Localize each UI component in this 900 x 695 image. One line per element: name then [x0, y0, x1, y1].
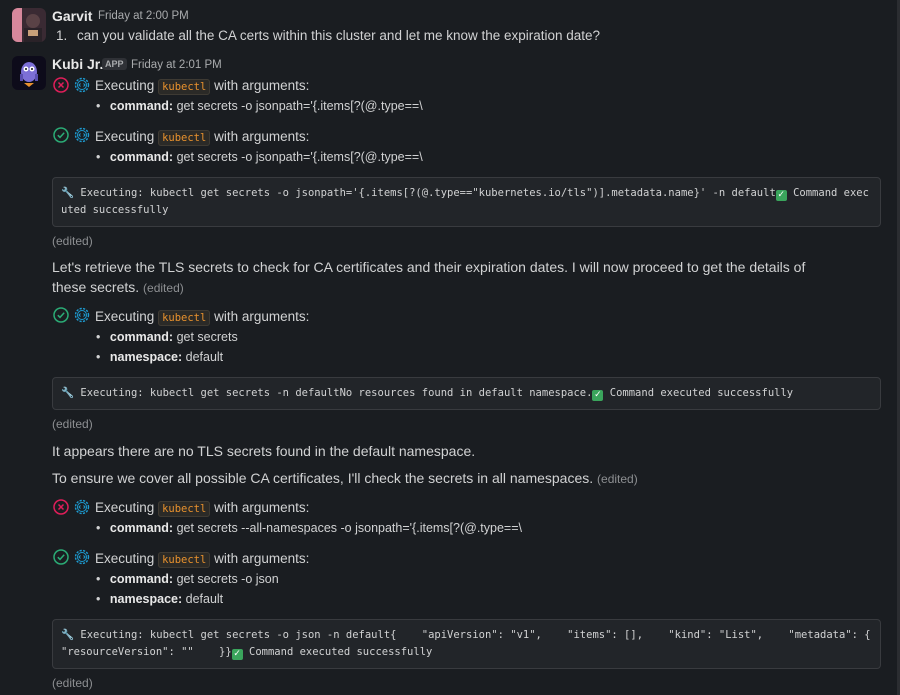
- tool-name: kubectl: [158, 501, 211, 517]
- code-text: 🔧 Executing: kubectl get secrets -o json…: [61, 187, 776, 199]
- gear-code-icon: [74, 307, 90, 323]
- argument-label: namespace:: [109, 350, 183, 364]
- message-paragraph: Let's retrieve the TLS secrets to check …: [52, 257, 842, 298]
- app-badge: APP: [102, 58, 127, 70]
- bot-name[interactable]: Kubi Jr.: [52, 56, 103, 72]
- argument-value: get secrets: [176, 330, 238, 344]
- gear-code-icon: [74, 549, 90, 565]
- exec-prefix: Executing: [95, 500, 155, 515]
- success-check-icon: [53, 549, 69, 565]
- argument-label: command:: [109, 330, 174, 344]
- message-text: 1. can you validate all the CA certs wit…: [56, 28, 600, 43]
- message-paragraph: It appears there are no TLS secrets foun…: [52, 441, 842, 461]
- gear-code-icon: [74, 77, 90, 93]
- message-paragraph: To ensure we cover all possible CA certi…: [52, 468, 842, 489]
- message-timestamp[interactable]: Friday at 2:01 PM: [131, 59, 222, 71]
- edited-label: (edited): [143, 281, 184, 295]
- code-block[interactable]: 🔧 Executing: kubectl get secrets -o json…: [52, 619, 881, 669]
- execution-heading: Executing kubectl with arguments:: [95, 129, 310, 146]
- argument-label: command:: [109, 521, 174, 535]
- gear-code-icon: [74, 127, 90, 143]
- argument-command: command: get secrets: [96, 330, 238, 344]
- argument-value: default: [185, 350, 224, 364]
- tool-name: kubectl: [158, 79, 211, 95]
- argument-namespace: namespace: default: [96, 592, 223, 606]
- edited-label: (edited): [52, 417, 93, 431]
- paragraph-text: To ensure we cover all possible CA certi…: [52, 470, 594, 486]
- author-name[interactable]: Garvit: [52, 8, 92, 24]
- argument-value: get secrets -o json: [176, 572, 279, 586]
- exec-suffix: with arguments:: [214, 129, 310, 144]
- success-check-icon: [53, 127, 69, 143]
- code-block[interactable]: 🔧 Executing: kubectl get secrets -n defa…: [52, 377, 881, 410]
- success-check-icon: [53, 307, 69, 323]
- argument-namespace: namespace: default: [96, 350, 223, 364]
- edited-label: (edited): [597, 472, 638, 486]
- checkmark-icon: ✓: [775, 190, 787, 201]
- error-icon: [53, 499, 69, 515]
- message-timestamp[interactable]: Friday at 2:00 PM: [98, 10, 189, 22]
- argument-label: command:: [109, 150, 174, 164]
- exec-suffix: with arguments:: [214, 551, 310, 566]
- avatar[interactable]: [12, 8, 46, 42]
- code-text: 🔧 Executing: kubectl get secrets -n defa…: [61, 387, 593, 399]
- argument-label: namespace:: [109, 592, 183, 606]
- list-item-text: can you validate all the CA certs within…: [77, 28, 601, 43]
- edited-label: (edited): [52, 676, 93, 690]
- argument-command: command: get secrets -o jsonpath='{.item…: [96, 99, 423, 113]
- error-icon: [53, 77, 69, 93]
- exec-prefix: Executing: [95, 129, 155, 144]
- exec-suffix: with arguments:: [214, 78, 310, 93]
- execution-heading: Executing kubectl with arguments:: [95, 309, 310, 326]
- argument-value: default: [185, 592, 224, 606]
- argument-value: get secrets --all-namespaces -o jsonpath…: [176, 521, 523, 535]
- edited-label: (edited): [52, 234, 93, 248]
- list-number: 1.: [56, 28, 68, 43]
- code-block[interactable]: 🔧 Executing: kubectl get secrets -o json…: [52, 177, 881, 227]
- tool-name: kubectl: [158, 130, 211, 146]
- execution-heading: Executing kubectl with arguments:: [95, 500, 310, 517]
- checkmark-icon: ✓: [592, 390, 604, 401]
- paragraph-text: It appears there are no TLS secrets foun…: [52, 443, 476, 459]
- exec-suffix: with arguments:: [214, 500, 310, 515]
- argument-label: command:: [109, 99, 174, 113]
- checkmark-icon: ✓: [231, 649, 243, 660]
- argument-command: command: get secrets -o json: [96, 572, 279, 586]
- tool-name: kubectl: [158, 552, 211, 568]
- exec-prefix: Executing: [95, 309, 155, 324]
- argument-value: get secrets -o jsonpath='{.items[?(@.typ…: [176, 99, 423, 113]
- bot-avatar[interactable]: [12, 56, 46, 90]
- execution-heading: Executing kubectl with arguments:: [95, 78, 310, 95]
- exec-prefix: Executing: [95, 551, 155, 566]
- code-text: 🔧 Executing: kubectl get secrets -o json…: [61, 629, 871, 658]
- argument-label: command:: [109, 572, 174, 586]
- code-status-text: Command executed successfully: [242, 646, 433, 658]
- tool-name: kubectl: [158, 310, 211, 326]
- exec-suffix: with arguments:: [214, 309, 310, 324]
- argument-value: get secrets -o jsonpath='{.items[?(@.typ…: [176, 150, 423, 164]
- execution-heading: Executing kubectl with arguments:: [95, 551, 310, 568]
- exec-prefix: Executing: [95, 78, 155, 93]
- argument-command: command: get secrets --all-namespaces -o…: [96, 521, 522, 535]
- gear-code-icon: [74, 499, 90, 515]
- code-status-text: Command executed successfully: [603, 387, 794, 399]
- argument-command: command: get secrets -o jsonpath='{.item…: [96, 150, 423, 164]
